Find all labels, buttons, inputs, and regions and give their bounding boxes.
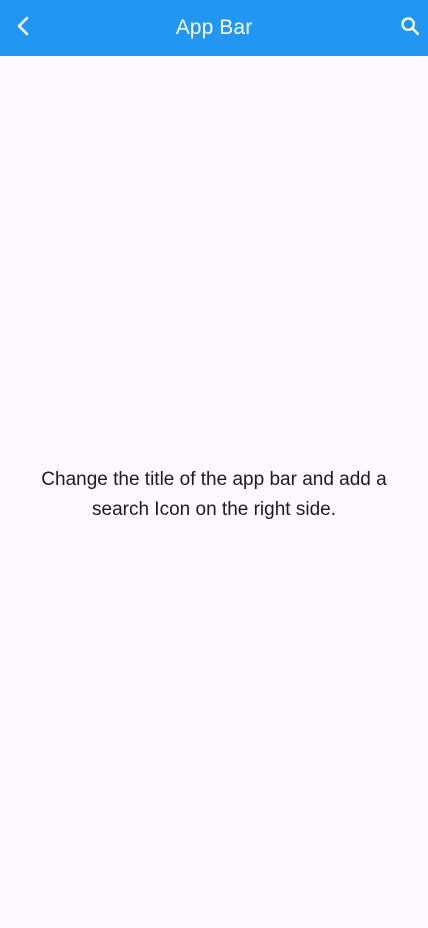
instruction-text: Change the title of the app bar and add … xyxy=(41,469,387,520)
search-button[interactable] xyxy=(392,8,428,48)
search-icon xyxy=(399,15,421,42)
page-body: Change the title of the app bar and add … xyxy=(0,56,428,928)
app-bar: App Bar xyxy=(0,0,428,56)
app-bar-title: App Bar xyxy=(175,16,253,39)
